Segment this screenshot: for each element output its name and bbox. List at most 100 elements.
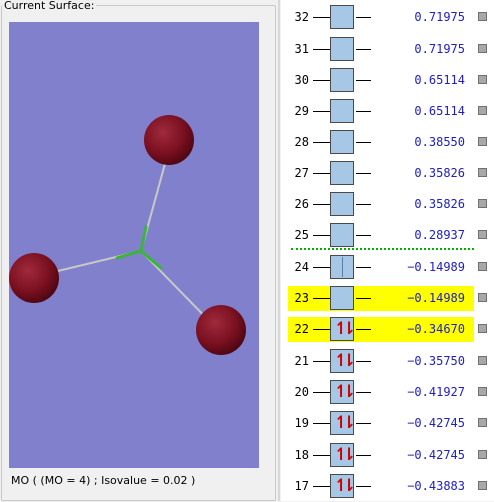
mo-number: 32 [294,10,309,24]
level-line-right [356,361,371,362]
orbital-box[interactable]: ↿ ⇂ [330,474,357,498]
mo-number: 30 [294,73,309,87]
mo-energy: −0.14989 [407,291,465,305]
mo-visibility-checkbox[interactable] [478,230,487,239]
level-line-right [356,486,371,487]
mo-level-row[interactable]: 23 −0.14989 [281,283,494,314]
mo-number: 21 [294,354,309,368]
mo-level-row[interactable]: 27 0.35826 [281,158,494,189]
orbital-box[interactable] [330,161,354,185]
mo-visibility-checkbox[interactable] [478,356,487,365]
mo-visibility-checkbox[interactable] [478,12,487,21]
mo-energy: 0.65114 [414,73,465,87]
orbital-box[interactable] [330,99,354,123]
orbital-box[interactable] [330,223,354,247]
orbital-box[interactable] [330,286,354,310]
orbital-box[interactable] [330,130,354,154]
mo-level-row[interactable]: 22 ↿ ⇂ −0.34670 [281,314,494,345]
mo-number: 31 [294,42,309,56]
mo-level-row[interactable]: 30 0.65114 [281,65,494,96]
pane-splitter[interactable] [278,0,280,501]
mo-level-row[interactable]: 19 ↿ ⇂ −0.42745 [281,408,494,439]
homo-lumo-separator [291,248,474,250]
surface-panel: Current Surface: MO ( (MO = 4) ; Isovalu… [0,0,277,501]
mo-level-row[interactable]: 28 0.38550 [281,127,494,158]
level-line-left [313,235,330,236]
mo-level-row[interactable]: 24 −0.14989 [281,252,494,283]
mo-level-row[interactable]: 25 0.28937 [281,220,494,251]
orbital-box[interactable] [330,5,354,29]
level-line-left [313,423,330,424]
level-line-left [313,298,330,299]
mo-level-row[interactable]: 17 ↿ ⇂ −0.43883 [281,471,494,502]
degenerate-split-icon [342,257,343,277]
spin-down-arrow-icon: ⇂ [342,319,357,339]
mo-number: 26 [294,197,309,211]
mo-energy: 0.38550 [414,135,465,149]
mo-level-row[interactable]: 31 0.71975 [281,34,494,65]
mo-visibility-checkbox[interactable] [478,137,487,146]
orbital-box[interactable]: ↿ ⇂ [330,411,357,435]
mo-number: 23 [294,291,309,305]
mo-level-row[interactable]: 21 ↿ ⇂ −0.35750 [281,346,494,377]
mo-visibility-checkbox[interactable] [478,44,487,53]
orbital-box[interactable]: ↿ ⇂ [330,380,356,404]
mo-visibility-checkbox[interactable] [478,168,487,177]
mo-visibility-checkbox[interactable] [478,418,487,427]
mo-number: 17 [294,479,309,493]
atom-left[interactable] [9,253,59,303]
mo-energy: 0.71975 [414,10,465,24]
level-line-left [313,329,330,330]
mo-visibility-checkbox[interactable] [478,262,487,271]
mo-number: 25 [294,228,309,242]
mo-energy: −0.42745 [407,416,465,430]
mo-visibility-checkbox[interactable] [478,75,487,84]
spin-down-arrow-icon: ⇂ [342,476,357,496]
mo-energy: 0.28937 [414,228,465,242]
atom-top[interactable] [144,115,194,165]
level-line-left [313,80,330,81]
level-line-right [356,455,371,456]
mo-level-row[interactable]: 26 0.35826 [281,189,494,220]
mo-level-row[interactable]: 20 ↿ ⇂ −0.41927 [281,377,494,408]
mo-visibility-checkbox[interactable] [478,481,487,490]
atom-right[interactable] [196,305,246,355]
molecule-viewport[interactable] [9,22,259,468]
orbital-box[interactable] [330,68,354,92]
orbital-box[interactable] [330,255,354,279]
mo-energy: 0.71975 [414,42,465,56]
mo-diagram-panel: 32 0.71975 31 0.71975 30 0.65114 29 0.65114 28 0.… [281,0,494,501]
mo-visibility-checkbox[interactable] [478,199,487,208]
mo-number: 28 [294,135,309,149]
mo-visibility-checkbox[interactable] [478,387,487,396]
mo-number: 27 [294,166,309,180]
orbital-box[interactable] [330,192,354,216]
mo-visibility-checkbox[interactable] [478,450,487,459]
spin-down-arrow-icon: ⇂ [342,351,357,371]
mo-level-row[interactable]: 32 0.71975 [281,2,494,33]
level-line-left [313,142,330,143]
level-line-right [356,392,371,393]
orbital-box[interactable]: ↿ ⇂ [330,317,357,341]
level-line-left [313,361,330,362]
level-line-left [313,17,330,18]
orbital-box[interactable]: ↿ ⇂ [330,443,356,467]
mo-visibility-checkbox[interactable] [478,293,487,302]
mo-energy: 0.65114 [414,104,465,118]
mo-visibility-checkbox[interactable] [478,324,487,333]
level-line-right [356,49,371,50]
mo-number: 19 [294,416,309,430]
spin-down-arrow-icon: ⇂ [342,413,357,433]
level-line-right [356,17,371,18]
mo-level-row[interactable]: 29 0.65114 [281,96,494,127]
mo-visibility-checkbox[interactable] [478,106,487,115]
orbital-box[interactable] [330,37,354,61]
level-line-left [313,486,330,487]
mo-energy: −0.43883 [407,479,465,493]
level-line-right [356,142,371,143]
mo-level-row[interactable]: 18 ↿ ⇂ −0.42745 [281,440,494,471]
mo-energy: −0.34670 [407,322,465,336]
level-line-left [313,111,330,112]
orbital-box[interactable]: ↿ ⇂ [330,349,357,373]
surface-status-text: MO ( (MO = 4) ; Isovalue = 0.02 ) [11,474,196,487]
